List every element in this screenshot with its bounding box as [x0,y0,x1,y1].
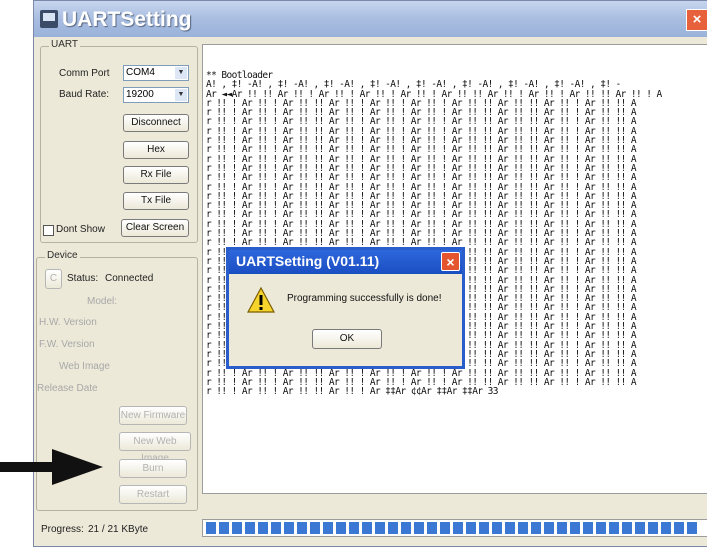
app-icon [40,10,58,28]
window-close-button[interactable]: × [686,9,707,31]
comm-port-select[interactable]: COM4 ▼ [123,65,189,81]
progress-segment [297,522,307,534]
dialog-title-bar: UARTSetting (V01.11) × [229,250,462,274]
dialog-message: Programming successfully is done! [287,293,442,304]
hw-version-label: H.W. Version [39,317,97,328]
uart-group-label: UART [49,39,81,50]
fw-version-label: F.W. Version [39,339,95,350]
progress-segment [635,522,645,534]
progress-value: 21 / 21 KByte [88,524,149,535]
progress-segment [544,522,554,534]
progress-segment [557,522,567,534]
progress-segment [479,522,489,534]
baud-rate-value: 19200 [126,89,154,100]
disconnect-button[interactable]: Disconnect [123,114,189,132]
progress-segment [245,522,255,534]
progress-segment [427,522,437,534]
progress-segment [622,522,632,534]
progress-segment [388,522,398,534]
chevron-down-icon[interactable]: ▼ [175,67,187,79]
restart-button[interactable]: Restart [119,485,187,504]
progress-label: Progress: [41,524,84,535]
hex-button[interactable]: Hex [123,141,189,159]
progress-segment [674,522,684,534]
progress-segment [310,522,320,534]
status-value: Connected [105,273,154,284]
model-label: Model: [87,296,118,307]
baud-rate-label: Baud Rate: [59,89,110,100]
window-title: UARTSetting [62,8,192,31]
progress-segment [531,522,541,534]
progress-segment [232,522,242,534]
clear-screen-button[interactable]: Clear Screen [121,219,189,237]
baud-rate-select[interactable]: 19200 ▼ [123,87,189,103]
progress-segment [362,522,372,534]
device-group-label: Device [45,250,80,261]
dont-show-checkbox[interactable] [43,225,54,236]
progress-segment [336,522,346,534]
rx-file-button[interactable]: Rx File [123,166,189,184]
chevron-down-icon[interactable]: ▼ [175,89,187,101]
burn-button[interactable]: Burn [119,459,187,478]
progress-segment [687,522,697,534]
progress-segment [609,522,619,534]
status-label: Status: [67,273,99,284]
progress-segment [271,522,281,534]
progress-segment [206,522,216,534]
progress-segment [648,522,658,534]
progress-segment [661,522,671,534]
progress-bar [202,519,707,537]
progress-segment [570,522,580,534]
progress-segment [284,522,294,534]
dialog-close-button[interactable]: × [441,252,460,271]
tx-file-button[interactable]: Tx File [123,192,189,210]
progress-segment [323,522,333,534]
new-firmware-button[interactable]: New Firmware [119,406,187,425]
dialog-title: UARTSetting (V01.11) [236,253,380,269]
progress-segment [258,522,268,534]
progress-segment [375,522,385,534]
progress-segment [596,522,606,534]
success-dialog: UARTSetting (V01.11) × Programming succe… [226,247,465,369]
dont-show-label: Dont Show [56,224,105,235]
ok-button[interactable]: OK [312,329,382,349]
progress-segment [492,522,502,534]
comm-port-label: Comm Port [59,68,110,79]
web-image-label: Web Image [59,361,110,372]
warning-icon [246,286,276,313]
release-date-label: Release Date [37,383,98,394]
progress-segment [219,522,229,534]
progress-segment [414,522,424,534]
uart-group: UART Comm Port COM4 ▼ Baud Rate: 19200 ▼… [40,39,198,243]
connect-c-button[interactable]: C [45,269,62,289]
progress-segment [466,522,476,534]
title-bar: UARTSetting × [34,1,707,37]
comm-port-value: COM4 [126,67,155,78]
new-web-image-button[interactable]: New Web Image [119,432,191,464]
progress-segment [518,522,528,534]
progress-segment [349,522,359,534]
pointer-arrow-icon [0,449,103,485]
progress-segment [401,522,411,534]
progress-segment [583,522,593,534]
progress-segment [453,522,463,534]
progress-segment [440,522,450,534]
progress-segment [505,522,515,534]
